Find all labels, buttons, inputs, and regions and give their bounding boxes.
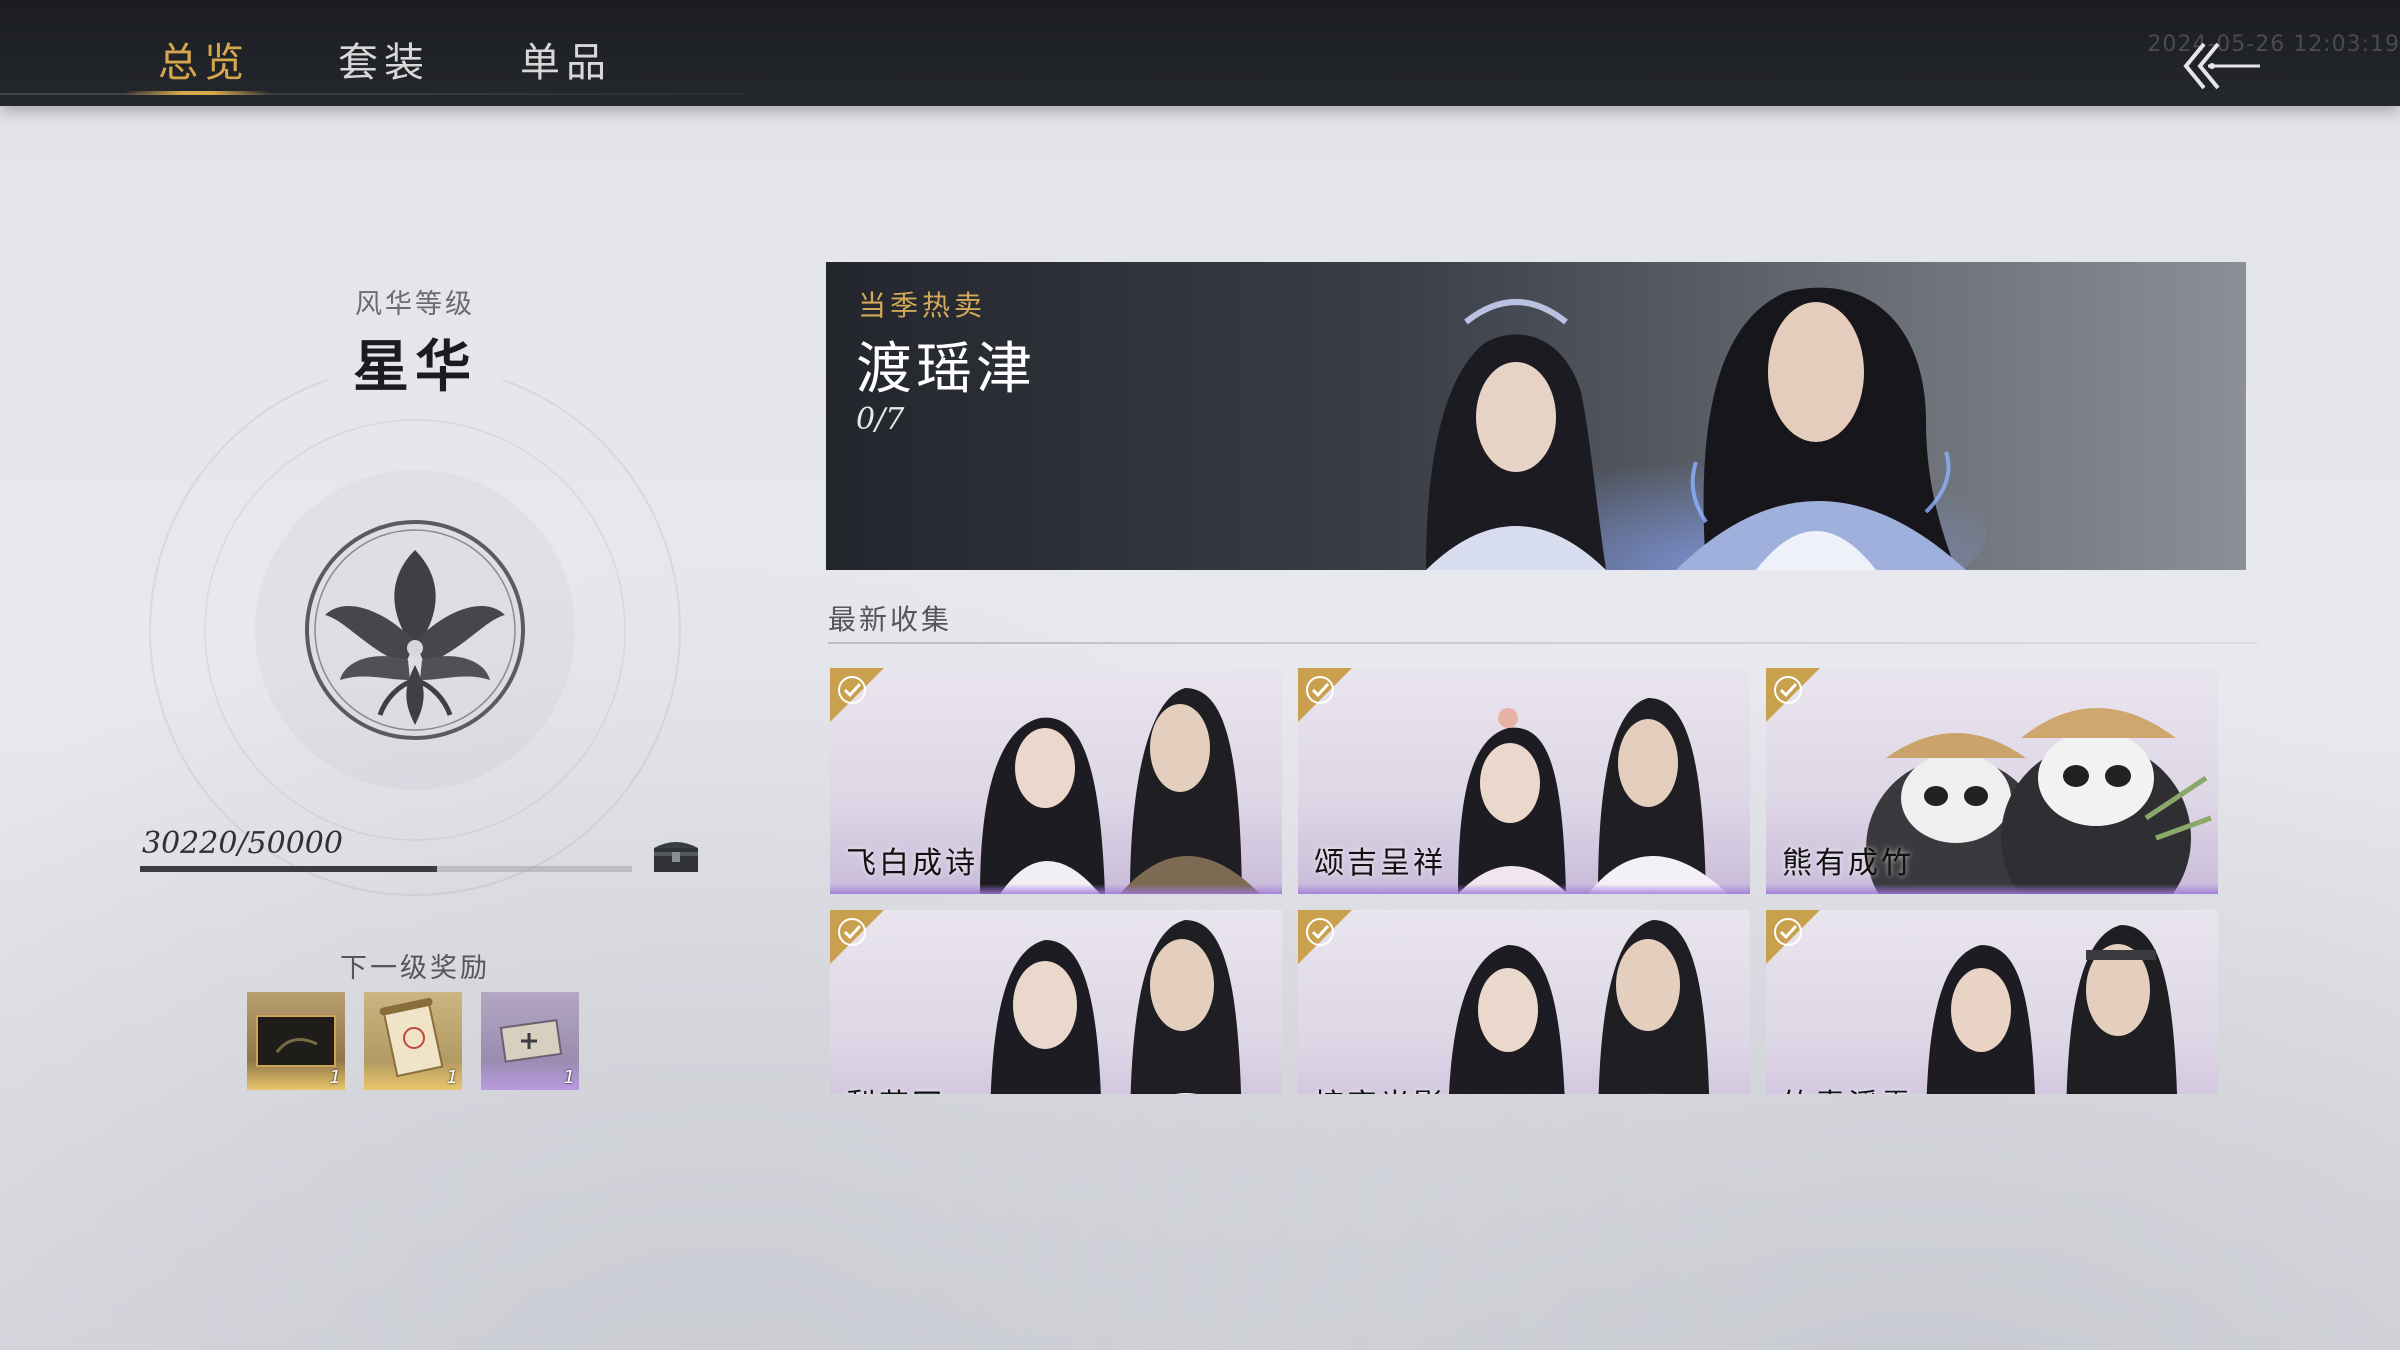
reward-chest-button[interactable]: [652, 836, 700, 874]
banner-subtitle: 当季热卖: [858, 289, 987, 322]
checkmark-badge-icon: [830, 668, 884, 722]
next-reward-label: 下一级奖励: [340, 953, 490, 984]
card-illustration: [990, 920, 1242, 1094]
banner-title: 渡瑶津: [856, 337, 1036, 402]
card-name: 竹青溪霜: [1782, 1080, 1914, 1094]
checkmark-badge-icon: [1766, 910, 1820, 964]
card-illustration: [1926, 925, 2177, 1094]
reward-count: 1: [329, 1067, 341, 1088]
card-glow: [1298, 884, 1750, 894]
card-glow: [1766, 884, 2218, 894]
card-name: 颂吉呈祥: [1314, 846, 1446, 881]
checkmark-badge-icon: [1298, 910, 1352, 964]
tab-sets[interactable]: 套装: [338, 30, 430, 88]
double-chevron-left-icon: [2183, 42, 2260, 90]
card-name: 熊有成竹: [1782, 846, 1914, 881]
card-name: 惊穹光影: [1314, 1080, 1446, 1094]
treasure-chest-icon: [654, 842, 698, 872]
rank-progress-text: 30220/50000: [142, 826, 343, 861]
tab-items[interactable]: 单品: [520, 30, 612, 88]
collection-card[interactable]: 熊有成竹: [1766, 668, 2218, 894]
reward-item-scroll[interactable]: 1: [364, 992, 462, 1090]
banner-characters-illustration: [1426, 287, 1986, 570]
collection-card[interactable]: 颂吉呈祥: [1298, 668, 1750, 894]
banner-progress: 0/7: [856, 402, 905, 437]
reward-item-token[interactable]: 1: [481, 992, 579, 1090]
reward-count: 1: [446, 1067, 458, 1088]
top-navigation-bar: 总览 套装 单品 2024-05-26 12:03:19: [0, 0, 2400, 106]
card-name: 飞白成诗: [846, 846, 978, 881]
collection-grid: 飞白成诗 颂吉呈祥 熊有成竹: [826, 664, 2266, 1094]
rank-progress-bar: [140, 866, 632, 872]
collection-card[interactable]: 飞白成诗: [830, 668, 1282, 894]
active-tab-indicator: [124, 91, 270, 95]
checkmark-badge-icon: [1766, 668, 1820, 722]
card-name: 梨花冗: [846, 1080, 945, 1094]
back-button[interactable]: [2182, 36, 2262, 96]
rank-progress-fill: [140, 866, 438, 872]
collection-card[interactable]: 梨花冗: [830, 910, 1282, 1094]
tab-track-line: [0, 93, 745, 95]
collection-card[interactable]: 竹青溪霜: [1766, 910, 2218, 1094]
checkmark-badge-icon: [1298, 668, 1352, 722]
tab-overview[interactable]: 总览: [158, 30, 250, 88]
card-glow: [830, 884, 1282, 894]
reward-item-card[interactable]: 1: [247, 992, 345, 1090]
collection-section-label: 最新收集: [828, 603, 953, 636]
card-illustration: [1448, 920, 1710, 1094]
section-divider: [828, 642, 2258, 644]
rank-label: 风华等级: [355, 289, 475, 320]
checkmark-badge-icon: [830, 910, 884, 964]
featured-banner[interactable]: 当季热卖 渡瑶津 0/7: [826, 262, 2246, 570]
collection-card[interactable]: 惊穹光影: [1298, 910, 1750, 1094]
reward-count: 1: [563, 1067, 575, 1088]
